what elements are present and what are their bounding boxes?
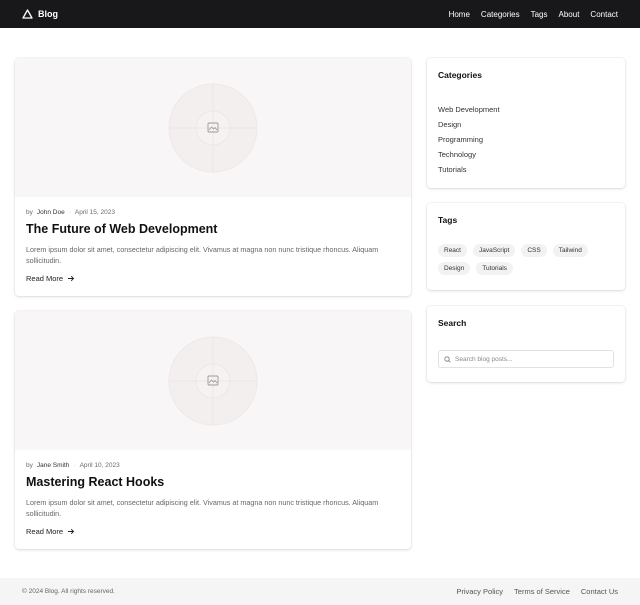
post-meta: by Jane Smith · April 10, 2023 xyxy=(26,462,400,469)
copyright: © 2024 Blog. All rights reserved. xyxy=(22,588,115,595)
footer-link-privacy[interactable]: Privacy Policy xyxy=(456,587,503,596)
post-card: by John Doe · April 15, 2023 The Future … xyxy=(15,58,411,296)
main-nav: Home Categories Tags About Contact xyxy=(449,10,618,19)
search-card: Search xyxy=(427,306,625,382)
meta-separator: · xyxy=(73,462,76,469)
post-author[interactable]: John Doe xyxy=(37,209,65,216)
nav-about[interactable]: About xyxy=(559,10,580,19)
tags-card: Tags React JavaScript CSS Tailwind Desig… xyxy=(427,203,625,290)
nav-tags[interactable]: Tags xyxy=(531,10,548,19)
category-programming[interactable]: Programming xyxy=(438,132,614,147)
triangle-logo-icon xyxy=(22,9,33,19)
post-by: by xyxy=(26,209,33,216)
meta-separator: · xyxy=(68,209,71,216)
brand[interactable]: Blog xyxy=(22,9,58,19)
image-placeholder-icon xyxy=(168,336,258,426)
nav-categories[interactable]: Categories xyxy=(481,10,520,19)
post-date: April 10, 2023 xyxy=(79,462,120,469)
brand-name: Blog xyxy=(38,9,58,19)
post-date: April 15, 2023 xyxy=(74,209,115,216)
post-title[interactable]: Mastering React Hooks xyxy=(26,475,400,489)
footer: © 2024 Blog. All rights reserved. Privac… xyxy=(0,578,640,605)
post-card: by Jane Smith · April 10, 2023 Mastering… xyxy=(15,311,411,549)
post-thumbnail[interactable] xyxy=(15,311,411,450)
nav-home[interactable]: Home xyxy=(449,10,470,19)
tag-tutorials[interactable]: Tutorials xyxy=(476,262,513,275)
arrow-right-icon xyxy=(68,528,75,535)
tag-list: React JavaScript CSS Tailwind Design Tut… xyxy=(438,244,598,275)
post-excerpt: Lorem ipsum dolor sit amet, consectetur … xyxy=(26,245,379,265)
categories-heading: Categories xyxy=(438,70,482,80)
category-web-development[interactable]: Web Development xyxy=(438,102,614,117)
footer-links: Privacy Policy Terms of Service Contact … xyxy=(456,587,618,596)
tag-javascript[interactable]: JavaScript xyxy=(472,244,516,257)
post-title[interactable]: The Future of Web Development xyxy=(26,222,400,236)
top-nav-bar: Blog Home Categories Tags About Contact xyxy=(0,0,640,28)
arrow-right-icon xyxy=(68,275,75,282)
search-field[interactable] xyxy=(438,350,614,368)
footer-link-terms[interactable]: Terms of Service xyxy=(514,587,570,596)
post-thumbnail[interactable] xyxy=(15,58,411,197)
tag-react[interactable]: React xyxy=(438,244,467,257)
category-tutorials[interactable]: Tutorials xyxy=(438,162,614,177)
tag-css[interactable]: CSS xyxy=(521,244,547,257)
post-excerpt: Lorem ipsum dolor sit amet, consectetur … xyxy=(26,498,379,518)
categories-card: Categories Web Development Design Progra… xyxy=(427,58,625,188)
footer-link-contact[interactable]: Contact Us xyxy=(581,587,618,596)
read-more-link[interactable]: Read More xyxy=(26,527,75,536)
read-more-link[interactable]: Read More xyxy=(26,274,75,283)
category-list: Web Development Design Programming Techn… xyxy=(438,102,614,177)
post-author[interactable]: Jane Smith xyxy=(37,462,70,469)
search-input[interactable] xyxy=(455,355,605,363)
search-heading: Search xyxy=(438,318,467,328)
post-meta: by John Doe · April 15, 2023 xyxy=(26,209,400,216)
read-more-label: Read More xyxy=(26,274,64,283)
nav-contact[interactable]: Contact xyxy=(590,10,618,19)
image-placeholder-icon xyxy=(168,83,258,173)
read-more-label: Read More xyxy=(26,527,64,536)
category-technology[interactable]: Technology xyxy=(438,147,614,162)
tag-design[interactable]: Design xyxy=(438,262,471,275)
category-design[interactable]: Design xyxy=(438,117,614,132)
search-icon xyxy=(444,355,451,363)
tag-tailwind[interactable]: Tailwind xyxy=(552,244,588,257)
tags-heading: Tags xyxy=(438,215,458,225)
post-by: by xyxy=(26,462,33,469)
